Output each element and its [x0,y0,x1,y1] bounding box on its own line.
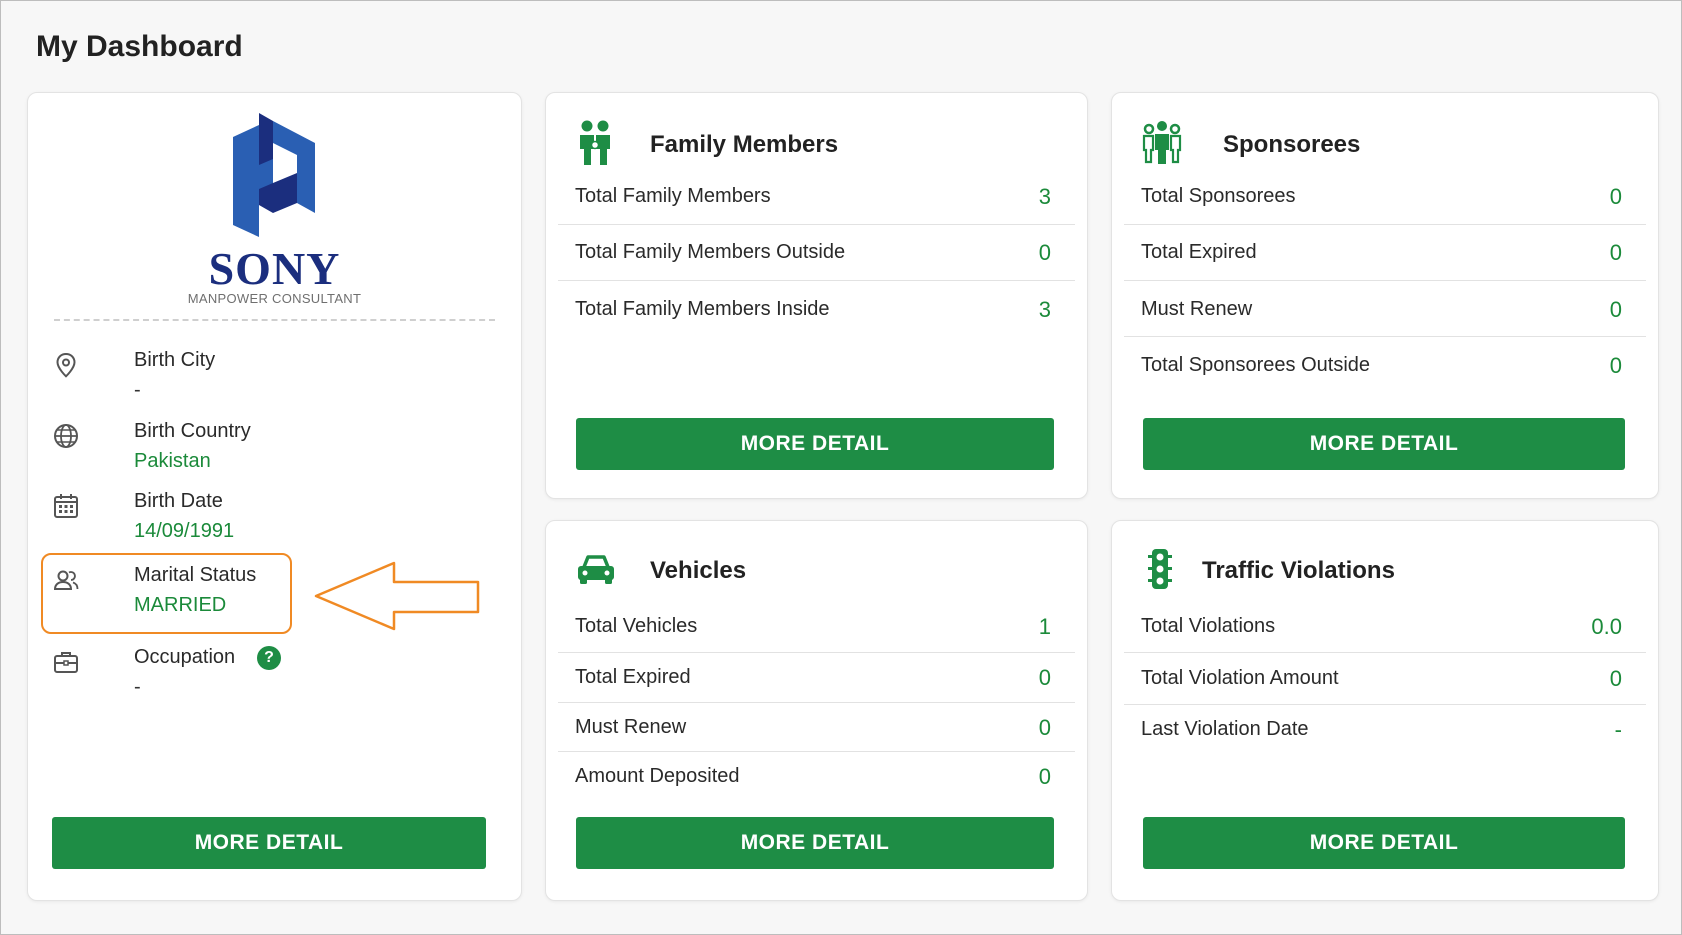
stat-value: 0 [1609,666,1622,691]
family-members-title: Family Members [650,131,839,158]
stat-row: Total Family Members 3 [558,169,1075,225]
stat-label: Must Renew [575,716,687,738]
occupation-label: Occupation [134,646,236,668]
birth-date-label: Birth Date [134,490,223,512]
stat-label: Total Vehicles [575,615,698,637]
stat-value: 0 [1609,353,1622,378]
page-title: My Dashboard [36,30,243,63]
company-logo: SONY MANPOWER CONSULTANT [175,113,375,306]
stat-label: Total Sponsorees [1141,185,1296,207]
stat-row: Amount Deposited 0 [558,752,1075,801]
profile-more-detail-button[interactable]: MORE DETAIL [52,817,486,869]
stat-value: 0 [1038,240,1051,265]
stat-value: 3 [1038,184,1051,209]
stat-label: Total Violation Amount [1141,667,1339,689]
traffic-violations-more-detail-button[interactable]: MORE DETAIL [1143,817,1625,869]
stat-value: 1 [1038,614,1051,639]
traffic-light-icon [1148,549,1172,589]
stat-label: Total Sponsorees Outside [1141,354,1371,376]
family-members-more-detail-button[interactable]: MORE DETAIL [576,418,1054,470]
briefcase-icon [54,652,78,673]
stat-label: Total Family Members Outside [575,241,846,263]
stat-value: 0 [1609,184,1622,209]
sponsorees-title: Sponsorees [1223,131,1361,158]
traffic-violations-card: Traffic Violations Total Violations 0.0 … [1111,520,1659,901]
stat-label: Total Violations [1141,615,1276,637]
stat-value: 0 [1038,715,1051,740]
logo-tagline: MANPOWER CONSULTANT [187,291,362,306]
car-icon [578,555,614,584]
stat-value: 0 [1038,665,1051,690]
family-icon [580,120,610,165]
help-icon[interactable]: ? [257,646,281,670]
location-pin-icon [56,352,76,378]
stat-value: 3 [1038,297,1051,322]
stat-label: Total Expired [1141,241,1257,263]
divider [54,319,495,321]
birth-city-value: - [134,379,141,401]
birth-country-label: Birth Country [134,420,251,442]
stat-row: Must Renew 0 [1124,281,1646,337]
sponsorees-card: Sponsorees Total Sponsorees 0 Total Expi… [1111,92,1659,499]
traffic-violations-title: Traffic Violations [1202,557,1395,584]
stat-row: Total Sponsorees Outside 0 [1124,337,1646,393]
marital-status-highlight [41,553,292,634]
stat-row: Total Sponsorees 0 [1124,169,1646,225]
stat-value: 0 [1609,240,1622,265]
stat-row: Total Vehicles 1 [558,601,1075,653]
stat-value: 0.0 [1591,614,1622,639]
stat-row: Total Expired 0 [1124,225,1646,281]
stat-row: Total Expired 0 [558,653,1075,703]
birth-date-value: 14/09/1991 [134,520,235,542]
occupation-value: - [134,676,141,698]
stat-row: Total Family Members Outside 0 [558,225,1075,281]
calendar-icon [54,494,78,518]
vehicles-card: Vehicles Total Vehicles 1 Total Expired … [545,520,1088,901]
annotation-arrow-icon [314,561,480,631]
stat-row: Total Family Members Inside 3 [558,281,1075,337]
logo-wordmark: SONY [208,243,341,294]
stat-label: Total Expired [575,666,691,688]
stat-row: Total Violation Amount 0 [1124,653,1646,705]
stat-label: Amount Deposited [575,765,740,787]
stat-label: Last Violation Date [1141,718,1309,740]
logo-h-mark-icon [232,113,315,237]
family-members-card: Family Members Total Family Members 3 To… [545,92,1088,499]
stat-row: Last Violation Date - [1124,705,1646,757]
sponsorees-more-detail-button[interactable]: MORE DETAIL [1143,418,1625,470]
stat-row: Must Renew 0 [558,703,1075,752]
stat-value: - [1614,717,1622,742]
vehicles-more-detail-button[interactable]: MORE DETAIL [576,817,1054,869]
stat-row: Total Violations 0.0 [1124,601,1646,653]
stat-label: Must Renew [1141,298,1253,320]
stat-value: 0 [1038,764,1051,789]
globe-icon [54,424,78,448]
group-icon [1142,121,1182,164]
birth-city-label: Birth City [134,349,216,371]
stat-label: Total Family Members Inside [575,298,830,320]
profile-card: SONY MANPOWER CONSULTANT Birth City - Bi… [27,92,522,901]
stat-label: Total Family Members [575,185,771,207]
birth-country-value: Pakistan [134,450,211,472]
stat-value: 0 [1609,297,1622,322]
vehicles-title: Vehicles [650,557,747,584]
